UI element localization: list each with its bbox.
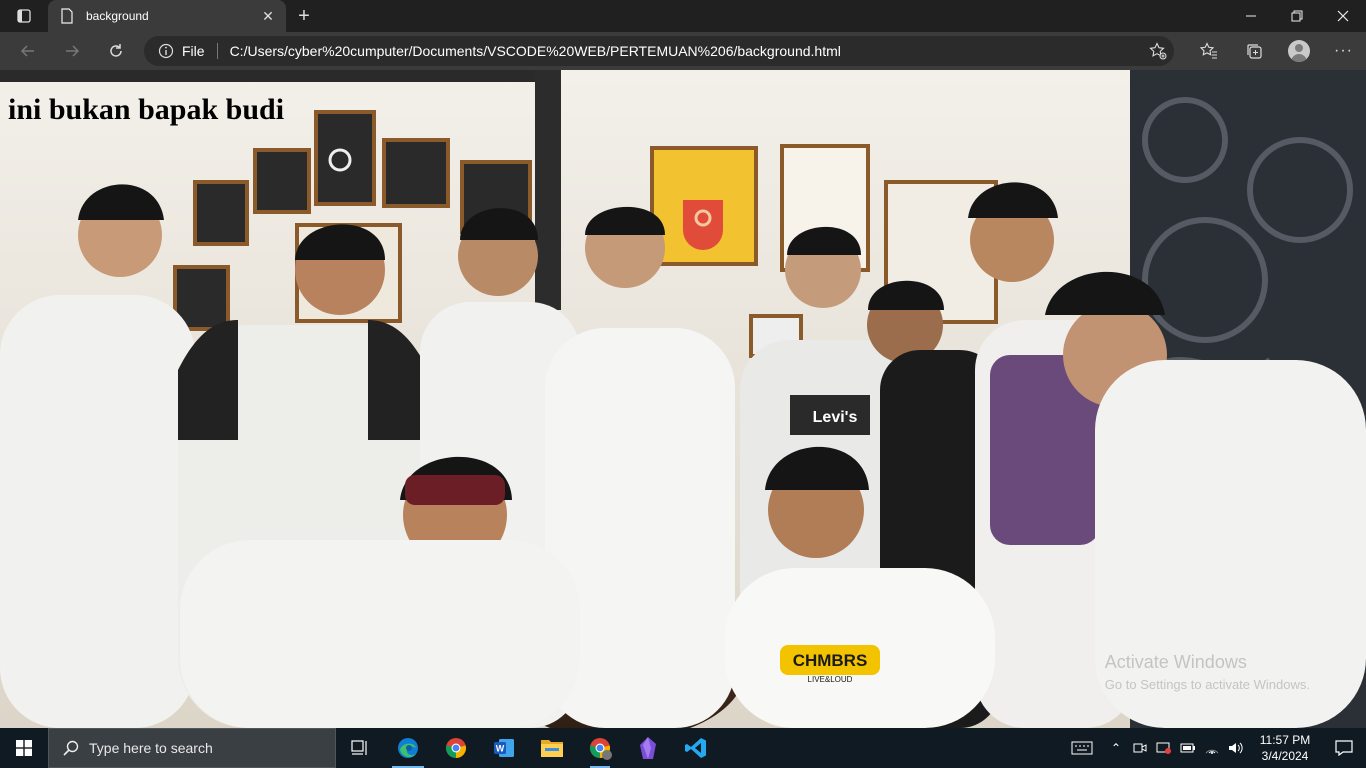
chrome-profile-icon: [589, 738, 612, 760]
divider: [216, 43, 218, 59]
clock-time: 11:57 PM: [1259, 733, 1311, 747]
favorites-button[interactable]: [1186, 32, 1231, 70]
scheme-label: File: [182, 43, 205, 59]
activate-windows-watermark: Activate Windows Go to Settings to activ…: [1105, 652, 1310, 692]
notifications-button[interactable]: [1322, 728, 1366, 768]
plus-icon: +: [298, 4, 310, 27]
chrome-icon: [445, 738, 467, 758]
tab-title: background: [86, 9, 149, 23]
notification-icon: [1335, 740, 1353, 756]
keyboard-icon: [1071, 741, 1093, 755]
battery-button[interactable]: [1176, 728, 1200, 768]
arrow-left-icon: [20, 45, 34, 57]
meet-now-button[interactable]: [1128, 728, 1152, 768]
start-button[interactable]: [0, 728, 48, 768]
restore-button[interactable]: [1274, 0, 1320, 32]
shirt-text-liveloud: LIVE&LOUD: [808, 675, 853, 684]
tab-actions-icon: [17, 9, 31, 23]
show-hidden-icons-button[interactable]: ⌃: [1104, 728, 1128, 768]
speaker-icon: [1229, 742, 1243, 754]
profile-button[interactable]: [1276, 32, 1321, 70]
taskbar-file-explorer[interactable]: [528, 728, 576, 768]
clock-date: 3/4/2024: [1261, 749, 1309, 763]
edge-icon: [398, 738, 418, 758]
camera-icon: [1133, 743, 1147, 753]
search-icon: [63, 740, 79, 756]
refresh-icon: [110, 44, 122, 57]
chevron-up-icon: ⌃: [1110, 741, 1122, 755]
close-icon: [1337, 10, 1349, 22]
arrow-right-icon: [66, 45, 80, 57]
forward-button[interactable]: [50, 32, 94, 70]
shirt-text-chmbrs: CHMBRS: [793, 651, 868, 670]
taskbar-search[interactable]: Type here to search: [48, 728, 336, 768]
security-button[interactable]: [1152, 728, 1176, 768]
task-view-button[interactable]: [336, 728, 384, 768]
add-favorite-button[interactable]: [1142, 42, 1174, 60]
obsidian-icon: [640, 737, 656, 759]
restore-icon: [1291, 10, 1303, 22]
taskbar-chrome[interactable]: [432, 728, 480, 768]
star-add-icon: [1149, 42, 1167, 60]
avatar: [1287, 40, 1310, 62]
svg-text:W: W: [496, 744, 505, 754]
word-icon: W: [494, 739, 514, 757]
shirt-text-levis: Levi's: [813, 409, 858, 426]
windows-taskbar: Type here to search W ⌃ 11:57 PM 3/4/202…: [0, 728, 1366, 768]
refresh-button[interactable]: [94, 32, 138, 70]
system-tray: ⌃ 11:57 PM 3/4/2024: [1060, 728, 1366, 768]
taskbar-word[interactable]: W: [480, 728, 528, 768]
close-window-button[interactable]: [1320, 0, 1366, 32]
watermark-subtitle: Go to Settings to activate Windows.: [1104, 677, 1310, 692]
taskbar-chrome-profile[interactable]: [576, 728, 624, 768]
url-text[interactable]: C:/Users/cyber%20cumputer/Documents/VSCO…: [230, 43, 1142, 59]
folder-icon: [541, 740, 563, 757]
network-button[interactable]: [1200, 728, 1224, 768]
background-photo: Levi's CHMBRS LIVE&LOUD: [0, 70, 1366, 728]
clock[interactable]: 11:57 PM 3/4/2024: [1248, 732, 1322, 764]
volume-button[interactable]: [1224, 728, 1248, 768]
shield-monitor-icon: [1156, 742, 1171, 754]
info-icon[interactable]: [158, 43, 174, 59]
browser-toolbar: File C:/Users/cyber%20cumputer/Documents…: [0, 32, 1366, 70]
minimize-icon: [1246, 15, 1256, 17]
page-viewport: Levi's CHMBRS LIVE&LOUD ini bukan bapak …: [0, 70, 1366, 728]
page-heading: ini bukan bapak budi: [8, 93, 285, 126]
taskbar-edge[interactable]: [384, 728, 432, 768]
task-view-icon: [351, 740, 367, 755]
minimize-button[interactable]: [1228, 0, 1274, 32]
wifi-icon: [1205, 749, 1219, 754]
taskbar-vscode[interactable]: [672, 728, 720, 768]
tab-actions-button[interactable]: [0, 0, 48, 32]
search-placeholder: Type here to search: [89, 740, 213, 756]
tab-background[interactable]: background ✕: [48, 0, 286, 32]
more-icon: ···: [1334, 42, 1353, 59]
close-tab-icon[interactable]: ✕: [260, 8, 276, 24]
windows-logo-icon: [16, 740, 32, 756]
watermark-title: Activate Windows: [1104, 652, 1247, 672]
collections-button[interactable]: [1231, 32, 1276, 70]
page-icon: [61, 8, 73, 24]
favorites-icon: [1199, 42, 1217, 59]
taskbar-obsidian[interactable]: [624, 728, 672, 768]
settings-menu-button[interactable]: ···: [1321, 32, 1366, 70]
browser-titlebar: background ✕ +: [0, 0, 1366, 32]
touch-keyboard-button[interactable]: [1060, 728, 1104, 768]
new-tab-button[interactable]: +: [286, 0, 322, 32]
battery-icon: [1180, 743, 1195, 753]
collections-icon: [1246, 44, 1262, 59]
vscode-icon: [685, 738, 706, 758]
address-bar[interactable]: File C:/Users/cyber%20cumputer/Documents…: [144, 36, 1174, 66]
back-button[interactable]: [6, 32, 50, 70]
